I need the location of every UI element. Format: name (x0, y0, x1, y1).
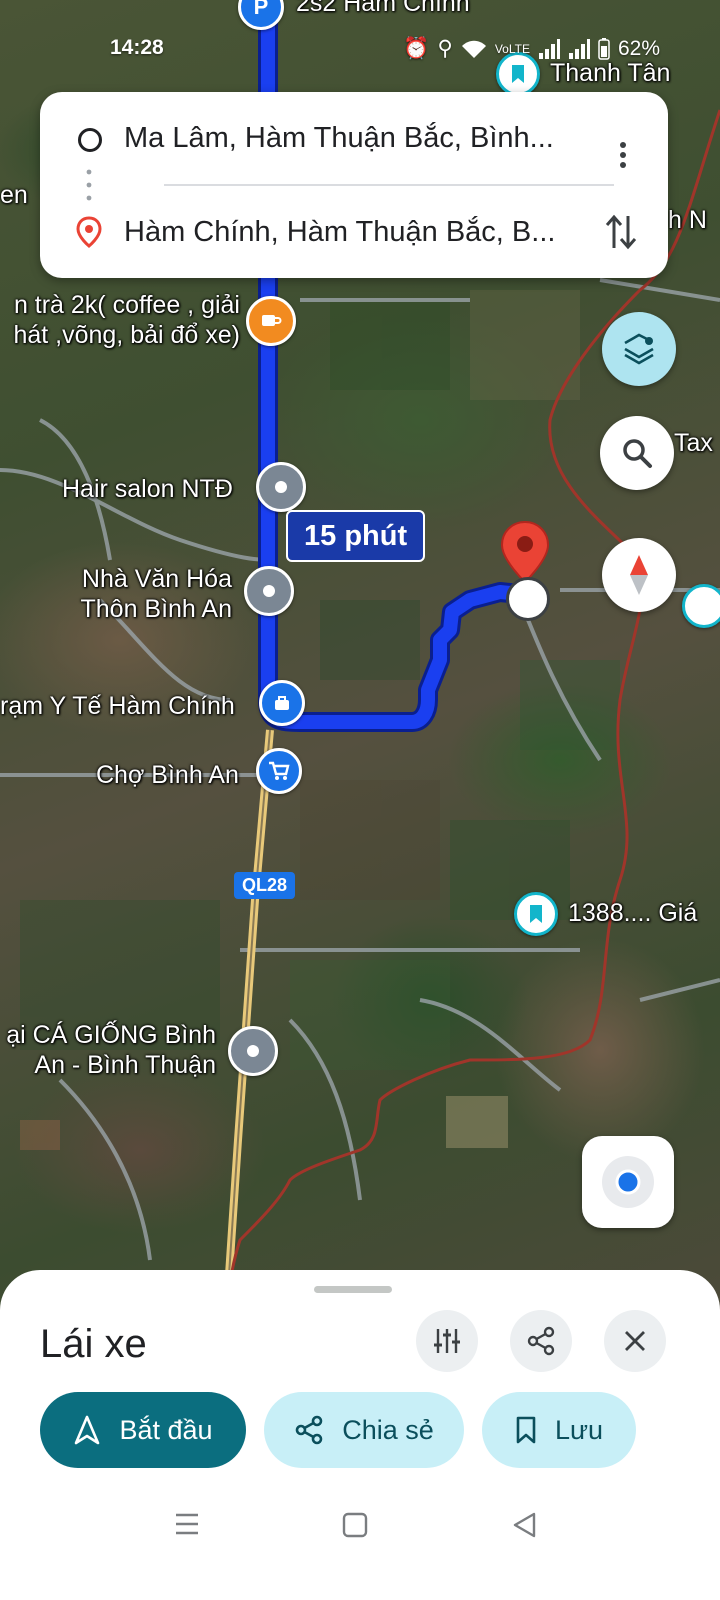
place-pin-icon[interactable] (256, 462, 306, 512)
search-button[interactable] (600, 416, 674, 490)
origin-row[interactable]: Ma Lâm, Hàm Thuận Bắc, Bình... (40, 108, 668, 168)
destination-pin-icon (76, 216, 102, 248)
status-icons: ⏰ ⚲ VoLTE 62% (403, 36, 660, 61)
system-navigation-bar (0, 1490, 720, 1560)
poi-label-nha-van-hoa[interactable]: Nhà Văn Hóa Thôn Bình An (40, 564, 232, 624)
poi-label-ca-giong[interactable]: ại CÁ GIỐNG Bình An - Bình Thuận (0, 1020, 216, 1080)
poi-label-coffee[interactable]: n trà 2k( coffee , giải hát ,võng, bải đ… (0, 290, 240, 350)
share-icon (527, 1326, 555, 1356)
start-label: Bắt đầu (119, 1414, 213, 1445)
share-label: Chia sẻ (342, 1414, 434, 1445)
compass-button[interactable] (602, 538, 676, 612)
sheet-drag-handle[interactable] (314, 1286, 392, 1293)
route-connector-dots (86, 169, 92, 201)
my-location-icon (602, 1156, 654, 1208)
back-icon[interactable] (512, 1512, 536, 1538)
travel-mode-title: Lái xe (40, 1322, 147, 1366)
poi-label-left-edge: en (0, 181, 28, 209)
poi-label-hair-salon[interactable]: Hair salon NTĐ (62, 474, 233, 504)
bookmark-icon (516, 1416, 536, 1444)
wifi-icon (461, 40, 486, 58)
origin-circle-icon (78, 128, 102, 152)
route-divider (164, 184, 614, 186)
battery-level: 62% (617, 36, 660, 60)
shopping-cart-icon[interactable] (256, 748, 302, 794)
alarm-icon: ⏰ (403, 36, 430, 60)
bookmark-pin-icon[interactable] (682, 584, 720, 628)
battery-icon (598, 37, 610, 60)
home-icon[interactable] (342, 1512, 368, 1538)
tune-icon (434, 1329, 460, 1353)
start-navigation-button[interactable]: Bắt đầu (40, 1392, 246, 1468)
coffee-cup-icon[interactable] (246, 296, 296, 346)
swap-directions-icon[interactable] (604, 212, 638, 252)
destination-field[interactable]: Hàm Chính, Hàm Thuận Bắc, B... (124, 216, 584, 249)
medical-bag-icon[interactable] (259, 680, 305, 726)
recent-apps-icon[interactable] (174, 1512, 200, 1536)
close-button[interactable] (604, 1310, 666, 1372)
close-icon (625, 1331, 645, 1351)
place-pin-icon[interactable] (228, 1026, 278, 1076)
place-pin-icon[interactable] (244, 566, 294, 616)
share-button[interactable]: Chia sẻ (264, 1392, 464, 1468)
my-location-button[interactable] (582, 1136, 674, 1228)
status-bar: 14:28 ⏰ ⚲ VoLTE 62% (0, 30, 720, 64)
compass-icon (630, 555, 648, 595)
poi-label-cho[interactable]: Chợ Bình An (96, 760, 239, 790)
navigation-arrow-icon (75, 1415, 100, 1445)
network-type: VoLTE (494, 41, 530, 56)
route-duration-chip[interactable]: 15 phút (286, 510, 426, 562)
poi-label-tax: Tax (674, 429, 713, 457)
status-time: 14:28 (110, 36, 164, 59)
poi-label-1388[interactable]: 1388.... Giá (568, 898, 697, 928)
destination-point (506, 577, 550, 621)
poi-label-right-edge: h N (668, 206, 707, 234)
poi-label-parking[interactable]: 2s2 Hàm Chính (296, 0, 470, 18)
share-route-button[interactable] (510, 1310, 572, 1372)
signal-icon (538, 38, 560, 59)
save-button[interactable]: Lưu (482, 1392, 636, 1468)
origin-field[interactable]: Ma Lâm, Hàm Thuận Bắc, Bình... (124, 122, 584, 155)
signal-icon (568, 38, 590, 59)
route-options-button[interactable] (416, 1310, 478, 1372)
share-icon (295, 1415, 323, 1445)
route-card: Ma Lâm, Hàm Thuận Bắc, Bình... Hàm Chính… (40, 92, 668, 278)
bookmark-pin-icon[interactable] (514, 892, 558, 936)
road-shield: QL28 (234, 872, 296, 899)
more-options-icon[interactable] (620, 138, 630, 172)
save-label: Lưu (554, 1414, 604, 1445)
poi-label-tram-y-te[interactable]: rạm Y Tế Hàm Chính (0, 691, 235, 721)
destination-row[interactable]: Hàm Chính, Hàm Thuận Bắc, B... (40, 202, 668, 262)
search-icon (623, 439, 652, 468)
layers-button[interactable] (602, 312, 676, 386)
layers-icon (624, 333, 654, 365)
location-icon: ⚲ (437, 37, 453, 60)
